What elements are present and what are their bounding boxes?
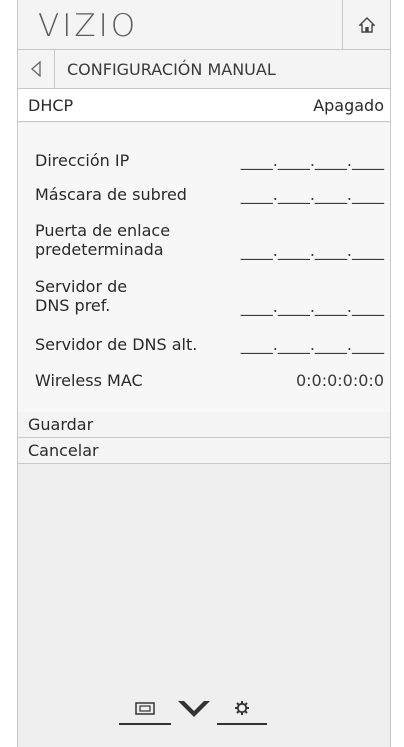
ip-address-field[interactable]: ____.____.____.____	[241, 151, 384, 170]
screen-icon	[119, 702, 171, 725]
wireless-mac-value: 0:0:0:0:0:0	[295, 371, 384, 390]
chevron-down-icon	[178, 701, 210, 717]
home-icon	[358, 16, 375, 33]
preferred-dns-field[interactable]: ____.____.____.____	[241, 297, 384, 316]
cancel-button[interactable]: Cancelar	[18, 438, 390, 464]
menu-down-button[interactable]	[177, 696, 211, 720]
gateway-field[interactable]: ____.____.____.____	[241, 241, 384, 260]
page-title: CONFIGURACIÓN MANUAL	[67, 60, 276, 79]
ip-settings-block: Dirección IP ____.____.____.____ Máscara…	[18, 123, 390, 413]
cancel-label: Cancelar	[28, 441, 99, 460]
save-button[interactable]: Guardar	[18, 412, 390, 438]
dhcp-value: Apagado	[313, 96, 384, 115]
subnet-mask-label: Máscara de subred	[35, 185, 187, 204]
back-button[interactable]	[18, 50, 55, 88]
back-arrow-icon	[31, 61, 41, 77]
gateway-label: Puerta de enlace predeterminada	[35, 221, 171, 259]
settings-panel: VIZIO CONFIGURACIÓN MANUAL DHCP Apagado …	[17, 0, 391, 747]
home-button[interactable]	[342, 0, 390, 49]
dhcp-label: DHCP	[28, 96, 74, 115]
screen-button[interactable]	[119, 694, 171, 726]
alternate-dns-label: Servidor de DNS alt.	[35, 335, 198, 354]
settings-button[interactable]	[217, 694, 267, 726]
alternate-dns-field[interactable]: ____.____.____.____	[241, 335, 384, 354]
ip-address-label: Dirección IP	[35, 151, 130, 170]
header: VIZIO	[18, 0, 390, 50]
wireless-mac-label: Wireless MAC	[35, 371, 143, 390]
nav-bar: CONFIGURACIÓN MANUAL	[18, 50, 390, 89]
subnet-mask-field[interactable]: ____.____.____.____	[241, 185, 384, 204]
bottom-nav	[18, 694, 390, 734]
gear-icon	[217, 701, 267, 725]
save-label: Guardar	[28, 415, 94, 434]
vizio-logo: VIZIO	[38, 8, 139, 44]
dhcp-row[interactable]: DHCP Apagado	[18, 89, 390, 122]
preferred-dns-label: Servidor de DNS pref.	[35, 277, 128, 315]
